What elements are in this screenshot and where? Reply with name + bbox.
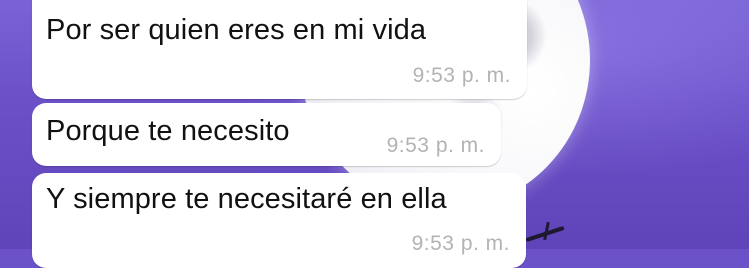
message-bubble[interactable]: Porque te necesito 9:53 p. m.: [32, 103, 501, 166]
message-text: Por ser quien eres en mi vida: [46, 14, 427, 46]
message-bubble[interactable]: Y siempre te necesitaré en ella 9:53 p. …: [32, 173, 526, 268]
message-bubble[interactable]: Por ser quien eres en mi vida 9:53 p. m.: [32, 0, 527, 99]
message-text: Porque te necesito: [46, 115, 290, 147]
message-timestamp: 9:53 p. m.: [411, 232, 510, 255]
message-text: Y siempre te necesitaré en ella: [46, 183, 447, 215]
message-timestamp: 9:53 p. m.: [386, 134, 485, 157]
message-timestamp: 9:53 p. m.: [412, 64, 511, 87]
